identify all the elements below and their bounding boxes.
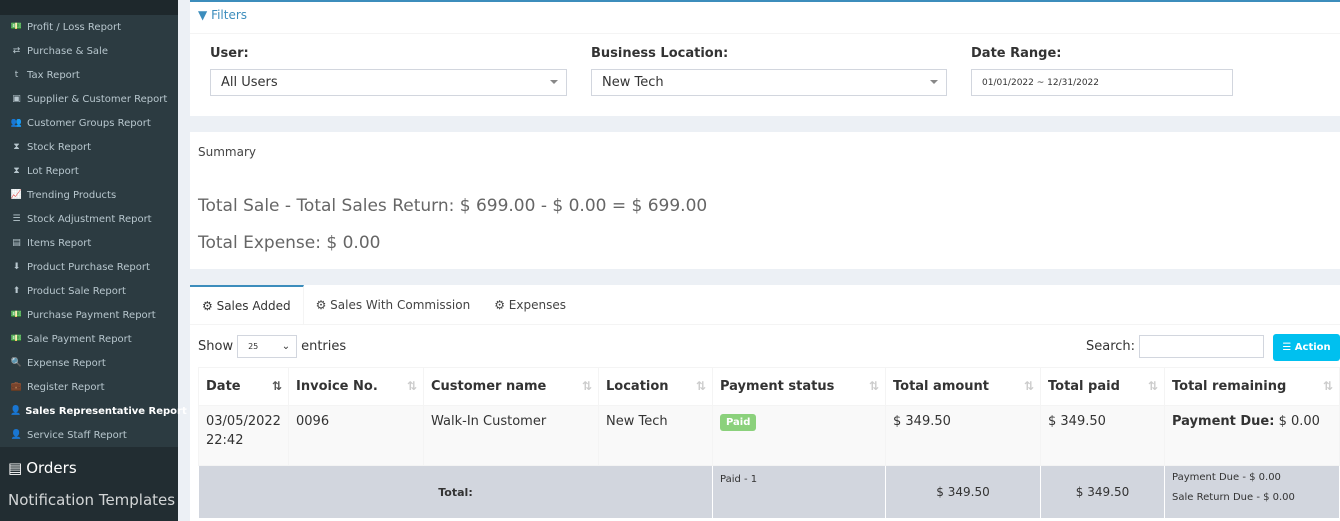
user-select[interactable]: All Users	[210, 69, 567, 96]
sort-icon: ⇅	[271, 379, 282, 393]
search-minus-icon: 🔍	[10, 358, 23, 368]
sidebar-item-trending-products[interactable]: 📈 Trending Products	[0, 183, 178, 207]
tab-sales-with-commission[interactable]: ⚙ Sales With Commission	[304, 285, 483, 324]
show-label: Show	[198, 339, 234, 354]
table-row: 03/05/2022 22:42 0096 Walk-In Customer Ne…	[198, 405, 1340, 466]
sidebar-item-stock-report[interactable]: ⧗ Stock Report	[0, 135, 178, 159]
sidebar-item-items-report[interactable]: ▤ Items Report	[0, 231, 178, 255]
sidebar-item-lot-report[interactable]: ⧗ Lot Report	[0, 159, 178, 183]
entries-label: entries	[301, 339, 347, 354]
hourglass-icon: ⧗	[13, 166, 20, 176]
sort-icon: ⇅	[695, 379, 706, 393]
location-select[interactable]: New Tech	[591, 69, 947, 96]
caret-down-icon	[550, 80, 558, 84]
sidebar-item-expense-report[interactable]: 🔍 Expense Report	[0, 351, 178, 375]
column-header-total-paid[interactable]: Total paid ⇅	[1040, 367, 1165, 406]
action-button[interactable]: ☰ Action	[1273, 334, 1340, 361]
cog-icon: ⚙	[494, 297, 509, 312]
money-icon: 💵	[10, 310, 23, 320]
sidebar-item-tax-report[interactable]: t Tax Report	[0, 63, 178, 87]
summary-sales: Total Sale - Total Sales Return: $ 699.0…	[198, 196, 708, 216]
summary-title: Summary	[198, 145, 256, 159]
briefcase-icon: 💼	[10, 382, 23, 392]
location-label: Business Location:	[591, 46, 729, 61]
sidebar-item-stock-adjustment-report[interactable]: ☰ Stock Adjustment Report	[0, 207, 178, 231]
sidebar-item-purchase-sale[interactable]: ⇄ Purchase & Sale	[0, 39, 178, 63]
sidebar-item-notification-templates[interactable]: Notification Templates	[0, 489, 178, 509]
column-header-date[interactable]: Date ⇅	[198, 367, 289, 406]
cog-icon: ⚙	[315, 297, 331, 312]
sidebar-item-product-purchase-report[interactable]: ⬇ Product Purchase Report	[0, 255, 178, 279]
sidebar-item-orders[interactable]: ▤ Orders	[0, 447, 178, 489]
chevron-down-icon: ⌄	[281, 341, 291, 352]
summary-panel: Summary Total Sale - Total Sales Return:…	[190, 132, 1340, 269]
sidebar-item-sales-representative-report[interactable]: 👤 Sales Representative Report	[0, 399, 187, 423]
table-footer: Total: Paid - 1 $ 349.50 $ 349.50 Paymen…	[198, 465, 1340, 519]
cog-icon: ⚙	[202, 298, 217, 313]
hourglass-icon: ⧗	[13, 142, 20, 152]
sidebar: 💵 Profit / Loss Report ⇄ Purchase & Sale t Ta…	[0, 0, 187, 521]
search-input[interactable]	[1139, 335, 1265, 358]
arrow-circle-down-icon: ⬇	[12, 262, 21, 272]
filters-panel: ▼ Filters User: All Users Business Locat…	[190, 0, 1340, 116]
sidebar-item-purchase-payment-report[interactable]: 💵 Purchase Payment Report	[0, 303, 178, 327]
sort-icon: ⇅	[581, 379, 592, 393]
sort-icon: ⇅	[1147, 379, 1158, 393]
money-icon: 💵	[10, 334, 23, 344]
sidebar-item-register-report[interactable]: 💼 Register Report	[0, 375, 178, 399]
sort-icon: ⇅	[868, 379, 879, 393]
entries-select[interactable]: 25 ⌄	[237, 335, 298, 358]
address-book-icon: ▣	[12, 94, 21, 104]
exchange-icon: ⇄	[12, 46, 21, 56]
sort-icon: ⇅	[406, 379, 417, 393]
sidebar-item-profit-loss-report[interactable]: 💵 Profit / Loss Report	[0, 15, 178, 39]
list-icon: ☰	[1282, 342, 1295, 353]
tab-sales-added[interactable]: ⚙ Sales Added	[190, 285, 304, 324]
column-header-location[interactable]: Location ⇅	[598, 367, 713, 406]
sidebar-item-sale-payment-report[interactable]: 💵 Sale Payment Report	[0, 327, 178, 351]
column-header-invoice-no-[interactable]: Invoice No. ⇅	[288, 367, 424, 406]
sort-icon: ⇅	[1322, 379, 1333, 393]
date-range-label: Date Range:	[971, 46, 1062, 61]
sidebar-item-customer-groups-report[interactable]: 👥 Customer Groups Report	[0, 111, 178, 135]
user-secret-icon: 👤	[10, 430, 23, 440]
summary-expense: Total Expense: $ 0.00	[198, 233, 381, 253]
sidebar-item-service-staff-report[interactable]: 👤 Service Staff Report	[0, 423, 178, 447]
line-chart-icon: 📈	[10, 190, 23, 200]
date-range-input[interactable]: 01/01/2022 ~ 12/31/2022	[971, 69, 1233, 96]
tasks-icon: ▤	[12, 238, 21, 248]
caret-down-icon	[930, 80, 938, 84]
tumblr-icon: t	[14, 70, 19, 80]
sort-icon: ⇅	[1023, 379, 1034, 393]
reports-submenu: 💵 Profit / Loss Report ⇄ Purchase & Sale t Ta…	[0, 15, 187, 447]
user-label: User:	[210, 46, 249, 61]
money-icon: 💵	[10, 22, 23, 32]
user-icon: 👤	[10, 406, 22, 416]
sidebar-item-supplier-customer-report[interactable]: ▣ Supplier & Customer Report	[0, 87, 178, 111]
users-icon: 👥	[10, 118, 23, 128]
report-tabs-panel: ⚙ Sales Added ⚙ Sales With Commission ⚙ …	[190, 285, 1340, 521]
search-label: Search:	[1086, 339, 1136, 354]
column-header-customer-name[interactable]: Customer name ⇅	[423, 367, 599, 406]
sales-table: Date ⇅ Invoice No. ⇅ Customer name ⇅ Location ⇅…	[198, 367, 1340, 519]
column-header-payment-status[interactable]: Payment status ⇅	[712, 367, 886, 406]
filter-icon: ▼	[198, 8, 208, 22]
sidebar-header	[0, 0, 178, 15]
tab-expenses[interactable]: ⚙ Expenses	[482, 285, 578, 324]
sidebar-item-product-sale-report[interactable]: ⬆ Product Sale Report	[0, 279, 178, 303]
sliders-icon: ☰	[12, 214, 21, 224]
column-header-total-amount[interactable]: Total amount ⇅	[885, 367, 1041, 406]
column-header-total-remaining[interactable]: Total remaining ⇅	[1164, 367, 1340, 406]
filters-toggle[interactable]: ▼ Filters	[190, 2, 1340, 34]
status-badge: Paid	[720, 414, 757, 431]
orders-icon: ▤	[8, 459, 23, 477]
arrow-circle-up-icon: ⬆	[12, 286, 21, 296]
